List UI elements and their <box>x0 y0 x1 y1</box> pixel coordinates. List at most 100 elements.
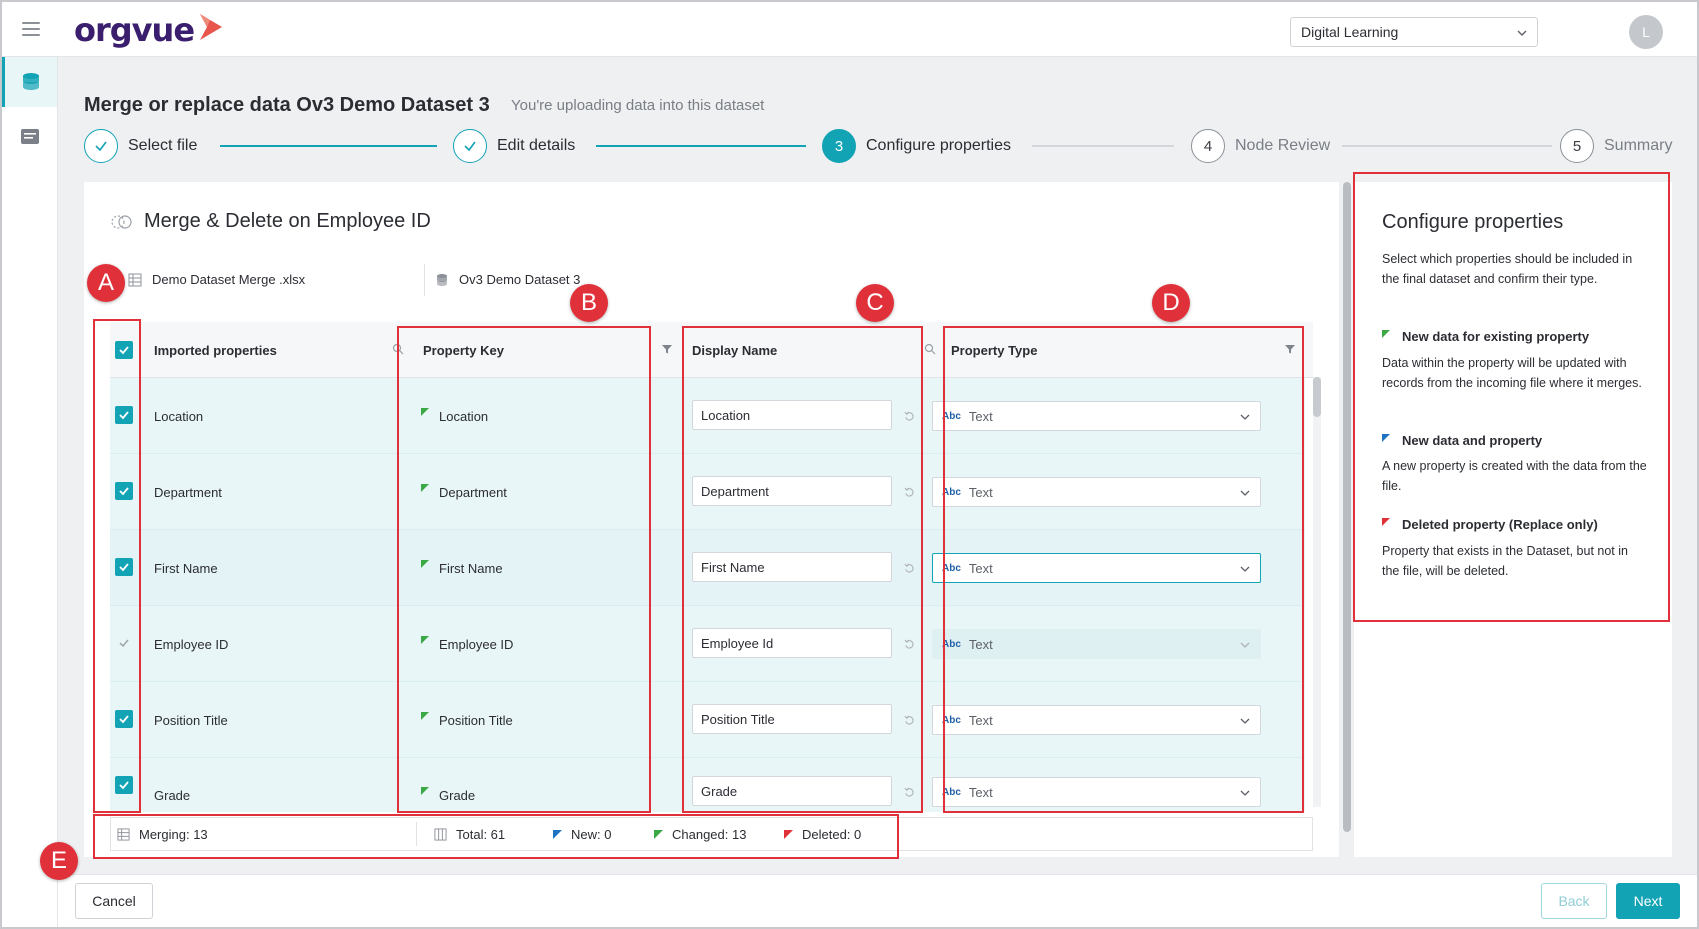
property-type-select[interactable]: Abc Text <box>932 401 1261 431</box>
chevron-down-icon <box>1240 414 1250 420</box>
row-checkbox[interactable] <box>115 406 133 424</box>
reset-icon[interactable] <box>904 563 915 574</box>
step-label: Select file <box>128 137 198 154</box>
display-name-input[interactable] <box>692 628 892 658</box>
row-checkbox[interactable] <box>115 710 133 728</box>
source-file-name: Demo Dataset Merge .xlsx <box>152 272 306 287</box>
step-connector <box>1032 145 1174 147</box>
reset-icon[interactable] <box>904 787 915 798</box>
row-checkbox[interactable] <box>115 776 133 794</box>
step-connector <box>1342 145 1552 147</box>
property-key-text: Employee ID <box>439 636 514 652</box>
step-summary[interactable]: 5 Summary <box>1560 129 1672 163</box>
flag-existing-icon <box>421 636 429 644</box>
flag-deleted-icon <box>784 829 793 839</box>
property-type-select[interactable]: Abc Text <box>932 705 1261 735</box>
column-imported-properties[interactable]: Imported properties <box>154 322 404 378</box>
display-name-input[interactable] <box>692 552 892 582</box>
reset-icon[interactable] <box>904 487 915 498</box>
table-row: Employee ID Employee ID Abc Text <box>110 606 1305 682</box>
imported-property: Grade <box>154 787 191 803</box>
stat-deleted: Deleted: 0 <box>784 818 861 850</box>
spreadsheet-icon <box>128 273 142 286</box>
reset-icon[interactable] <box>904 715 915 726</box>
legend-label: Deleted property (Replace only) <box>1402 517 1598 532</box>
orgvue-logo[interactable]: orgvue <box>74 10 226 50</box>
target-dataset: Ov3 Demo Dataset 3 <box>435 272 580 287</box>
select-all-checkbox[interactable] <box>115 341 133 359</box>
search-icon[interactable] <box>392 343 404 355</box>
target-dataset-name: Ov3 Demo Dataset 3 <box>459 272 581 287</box>
display-name-input[interactable] <box>692 776 892 806</box>
column-property-type[interactable]: Property Type <box>951 322 1296 378</box>
step-select-file[interactable]: Select file <box>84 129 197 163</box>
checkmark-icon <box>119 346 129 355</box>
cancel-button[interactable]: Cancel <box>75 883 153 919</box>
column-property-key[interactable]: Property Key <box>423 322 673 378</box>
table-row: Grade Grade Abc Text <box>110 758 1305 812</box>
step-number: 3 <box>822 129 856 163</box>
filter-icon[interactable] <box>661 343 673 355</box>
workspace-select-value: Digital Learning <box>1301 24 1399 40</box>
display-name-input[interactable] <box>692 476 892 506</box>
property-type-select-disabled: Abc Text <box>932 629 1261 659</box>
check-icon <box>453 129 487 163</box>
search-icon[interactable] <box>924 343 936 355</box>
property-key: Location <box>421 378 488 454</box>
rail-item-datasets[interactable] <box>2 57 57 107</box>
flag-new-icon <box>553 829 562 839</box>
workspace-select[interactable]: Digital Learning <box>1290 17 1538 47</box>
scroll-thumb[interactable] <box>1343 182 1351 832</box>
filter-icon[interactable] <box>1284 343 1296 355</box>
document-icon <box>20 129 39 144</box>
brand-name: orgvue <box>74 11 195 49</box>
display-name-input[interactable] <box>692 400 892 430</box>
step-label: Edit details <box>497 137 576 154</box>
chevron-down-icon <box>1240 718 1250 724</box>
property-type-select[interactable]: Abc Text <box>932 477 1261 507</box>
divider <box>424 264 425 296</box>
rail-item-documents[interactable] <box>2 112 57 162</box>
column-display-name[interactable]: Display Name <box>692 322 936 378</box>
user-avatar[interactable]: L <box>1629 15 1663 49</box>
column-label: Property Type <box>951 342 1038 358</box>
step-node-review[interactable]: 4 Node Review <box>1191 129 1330 163</box>
menu-icon[interactable] <box>22 22 40 36</box>
text-type-icon: Abc <box>942 786 961 798</box>
flag-deleted-icon <box>1382 517 1390 526</box>
scroll-thumb[interactable] <box>1313 377 1321 417</box>
checkmark-icon <box>119 563 129 572</box>
legend-new: New data and property <box>1382 433 1542 448</box>
reset-icon[interactable] <box>904 411 915 422</box>
step-configure-properties[interactable]: 3 Configure properties <box>822 129 1011 163</box>
row-checkbox[interactable] <box>115 558 133 576</box>
property-key: Employee ID <box>421 606 513 682</box>
imported-property: Location <box>154 408 204 424</box>
flag-existing-icon <box>421 484 429 492</box>
table-row: First Name First Name Abc Text <box>110 530 1305 606</box>
page-subtitle: You're uploading data into this dataset <box>511 97 765 114</box>
next-button[interactable]: Next <box>1616 883 1680 919</box>
stat-total: Total: 61 <box>434 818 505 850</box>
step-number: 5 <box>1560 129 1594 163</box>
page-scrollbar[interactable] <box>1342 182 1352 832</box>
property-type-value: Text <box>968 560 993 576</box>
table-icon <box>117 827 130 841</box>
step-label: Summary <box>1604 137 1673 154</box>
property-type-select[interactable]: Abc Text <box>932 777 1261 807</box>
table-row: Department Department Abc Text <box>110 454 1305 530</box>
display-name-input[interactable] <box>692 704 892 734</box>
annotation-badge-b: B <box>570 284 608 322</box>
check-icon <box>84 129 118 163</box>
imported-property: Position Title <box>154 712 228 728</box>
row-checkbox[interactable] <box>115 482 133 500</box>
back-button[interactable]: Back <box>1541 883 1607 919</box>
step-edit-details[interactable]: Edit details <box>453 129 575 163</box>
help-panel-intro: Select which properties should be includ… <box>1382 252 1633 286</box>
reset-icon[interactable] <box>904 639 915 650</box>
property-type-select[interactable]: Abc Text <box>932 553 1261 583</box>
checkmark-icon <box>119 715 129 724</box>
row-checkbox-locked <box>115 634 133 652</box>
column-label: Property Key <box>423 342 504 358</box>
table-scrollbar[interactable] <box>1313 377 1321 807</box>
